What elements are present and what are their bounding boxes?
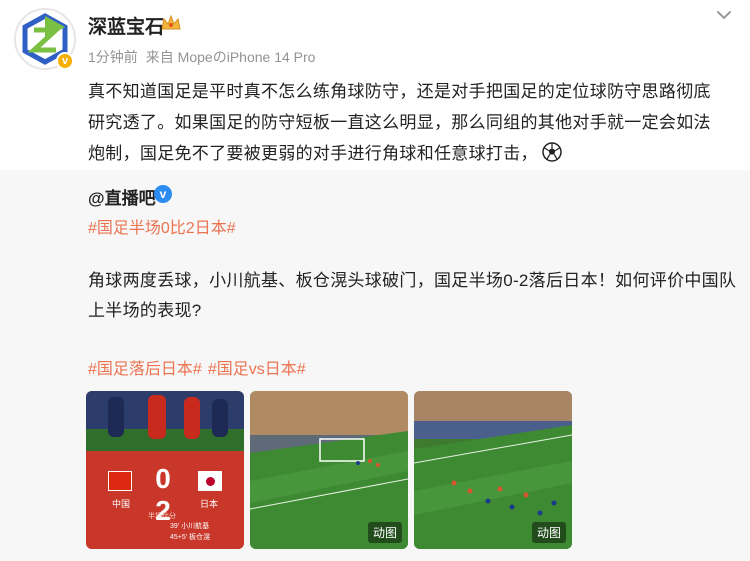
verified-badge-icon: v bbox=[56, 52, 74, 70]
team-away: 日本 bbox=[200, 499, 219, 509]
scoreboard: 0 2 bbox=[108, 463, 222, 526]
verified-blue-icon: v bbox=[154, 185, 172, 203]
repost-text: 角球两度丢球，小川航基、板仓滉头球破门，国足半场0-2落后日本！如何评价中国队上… bbox=[88, 271, 737, 320]
post-source[interactable]: 来自 MopeのiPhone 14 Pro bbox=[146, 49, 316, 65]
topic-link[interactable]: #国足vs日本# bbox=[208, 361, 306, 378]
half-label: 半场比分 bbox=[148, 513, 176, 520]
japan-flag-icon bbox=[198, 471, 222, 491]
media-thumbnail-score[interactable]: 0 2 中国 日本 半场比分 39' 小川航基 45+5' 板仓滉 bbox=[86, 391, 244, 549]
post-time: 1分钟前 bbox=[88, 49, 138, 65]
china-flag-icon bbox=[108, 471, 132, 491]
post-body: 真不知道国足是平时真不怎么练角球防守，还是对手把国足的定位球防守思路彻底研究透了… bbox=[88, 76, 728, 169]
crown-icon bbox=[161, 14, 181, 30]
scorer: 39' 小川航基 bbox=[170, 523, 210, 530]
repost-source[interactable]: @直播吧 bbox=[88, 184, 156, 209]
gif-badge: 动图 bbox=[531, 522, 566, 543]
post-meta: 1分钟前 来自 MopeのiPhone 14 Pro bbox=[88, 47, 323, 67]
chevron-down-icon[interactable] bbox=[712, 6, 736, 24]
media-thumbnail-gif[interactable]: 动图 bbox=[250, 391, 408, 549]
post-text: 真不知道国足是平时真不怎么练角球防守，还是对手把国足的定位球防守思路彻底研究透了… bbox=[88, 82, 711, 163]
topic-link[interactable]: #国足半场0比2日本# bbox=[88, 214, 236, 238]
username[interactable]: 深蓝宝石 bbox=[88, 12, 164, 39]
team-home: 中国 bbox=[112, 499, 131, 509]
scorer: 45+5' 板仓滉 bbox=[170, 534, 211, 541]
gif-badge: 动图 bbox=[367, 522, 402, 543]
scorers: 39' 小川航基 45+5' 板仓滉 bbox=[170, 521, 210, 543]
topic-links: #国足落后日本# #国足vs日本# bbox=[88, 355, 312, 379]
repost-card[interactable]: @直播吧 v #国足半场0比2日本# 角球两度丢球，小川航基、板仓滉头球破门，国… bbox=[0, 170, 750, 561]
media-thumbnail-gif[interactable]: 动图 bbox=[414, 391, 572, 549]
soccer-ball-icon bbox=[542, 142, 562, 162]
topic-link[interactable]: #国足落后日本# bbox=[88, 361, 202, 378]
